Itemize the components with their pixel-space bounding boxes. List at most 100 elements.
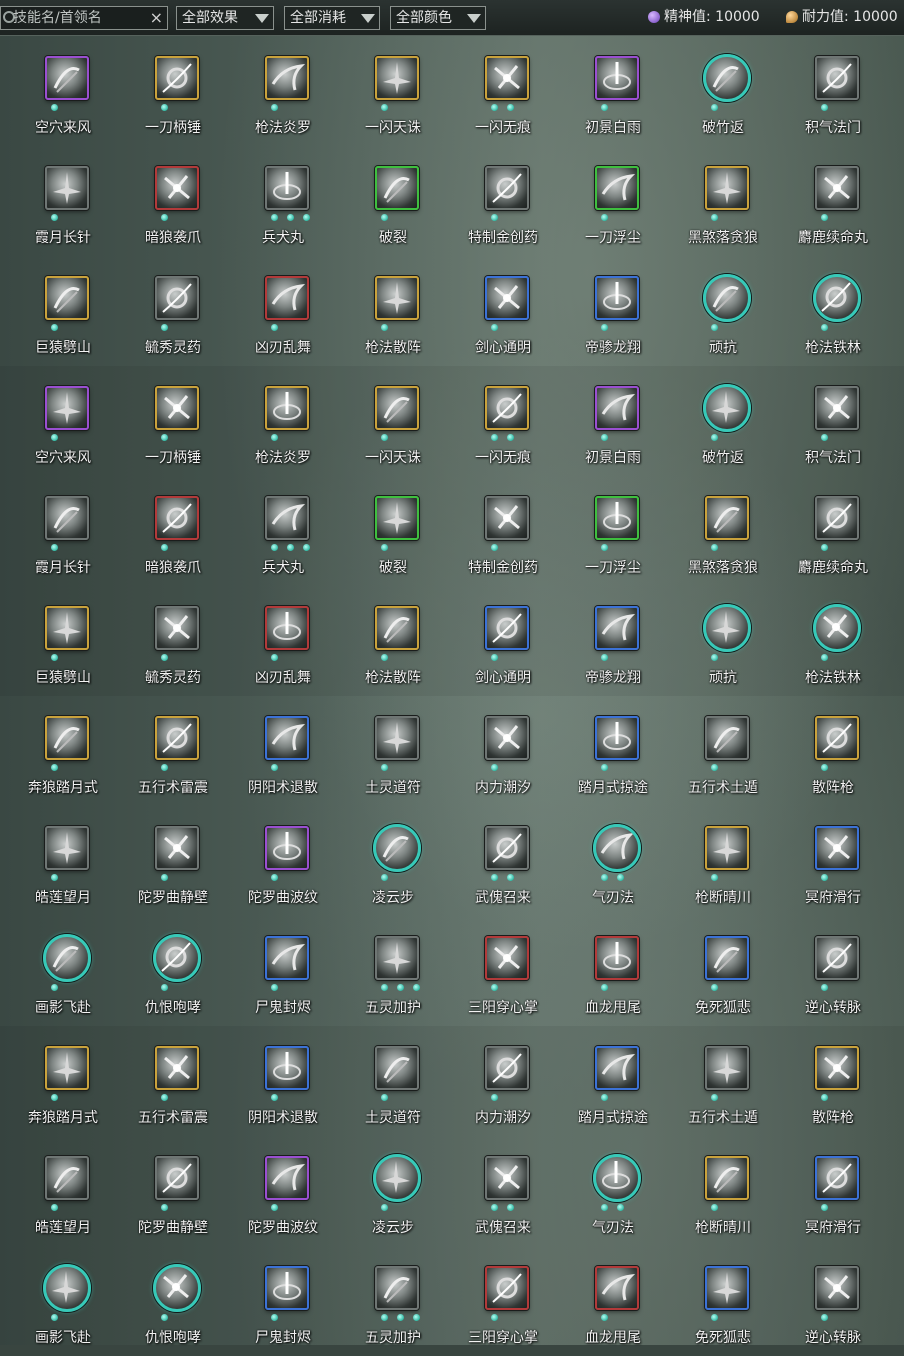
skill-cell[interactable]: 皓莲望月	[8, 806, 118, 916]
skill-cell[interactable]: 一刀柄锤	[118, 366, 228, 476]
skill-icon[interactable]	[375, 716, 419, 760]
skill-icon[interactable]	[485, 276, 529, 320]
skill-cell[interactable]: 五灵加护	[338, 916, 448, 1026]
skill-icon[interactable]	[485, 1266, 529, 1310]
skill-icon[interactable]	[265, 166, 309, 210]
skill-icon[interactable]	[813, 274, 861, 322]
skill-cell[interactable]: 冥府滑行	[778, 806, 888, 916]
skill-icon[interactable]	[485, 166, 529, 210]
skill-icon[interactable]	[265, 276, 309, 320]
skill-cell[interactable]: 凌云步	[338, 806, 448, 916]
skill-icon[interactable]	[155, 496, 199, 540]
skill-icon[interactable]	[373, 1154, 421, 1202]
skill-icon[interactable]	[155, 56, 199, 100]
skill-icon[interactable]	[375, 606, 419, 650]
skill-cell[interactable]: 土灵道符	[338, 1026, 448, 1136]
skill-icon[interactable]	[375, 56, 419, 100]
skill-cell[interactable]: 一闪无痕	[448, 366, 558, 476]
skill-cell[interactable]: 五行术雷震	[118, 1026, 228, 1136]
skill-icon[interactable]	[703, 604, 751, 652]
skill-icon[interactable]	[45, 166, 89, 210]
effect-filter-dropdown[interactable]: 全部效果	[176, 6, 274, 30]
skill-cell[interactable]: 黑煞落贪狼	[668, 146, 778, 256]
skill-cell[interactable]: 初景白雨	[558, 36, 668, 146]
skill-cell[interactable]: 枪法炎罗	[228, 36, 338, 146]
skill-icon[interactable]	[703, 54, 751, 102]
skill-cell[interactable]: 凌云步	[338, 1136, 448, 1246]
skill-cell[interactable]: 血龙甩尾	[558, 1246, 668, 1356]
skill-icon[interactable]	[265, 1156, 309, 1200]
skill-icon[interactable]	[815, 166, 859, 210]
skill-cell[interactable]: 毓秀灵药	[118, 256, 228, 366]
skill-cell[interactable]: 五灵加护	[338, 1246, 448, 1356]
skill-cell[interactable]: 霞月长针	[8, 476, 118, 586]
skill-cell[interactable]: 三阳穿心掌	[448, 1246, 558, 1356]
skill-icon[interactable]	[813, 604, 861, 652]
skill-cell[interactable]: 阴阳术退散	[228, 1026, 338, 1136]
skill-icon[interactable]	[265, 496, 309, 540]
skill-cell[interactable]: 枪法散阵	[338, 586, 448, 696]
skill-cell[interactable]: 顽抗	[668, 586, 778, 696]
skill-cell[interactable]: 剑心通明	[448, 586, 558, 696]
skill-cell[interactable]: 巨猿劈山	[8, 586, 118, 696]
skill-icon[interactable]	[595, 936, 639, 980]
skill-icon[interactable]	[815, 386, 859, 430]
skill-cell[interactable]: 阴阳术退散	[228, 696, 338, 806]
skill-icon[interactable]	[375, 1266, 419, 1310]
skill-icon[interactable]	[595, 606, 639, 650]
skill-cell[interactable]: 特制金创药	[448, 476, 558, 586]
search-input[interactable]	[13, 7, 141, 29]
skill-cell[interactable]: 陀罗曲波纹	[228, 1136, 338, 1246]
skill-icon[interactable]	[815, 1156, 859, 1200]
skill-icon[interactable]	[815, 1046, 859, 1090]
skill-cell[interactable]: 帝骖龙翔	[558, 586, 668, 696]
skill-cell[interactable]: 毓秀灵药	[118, 586, 228, 696]
skill-cell[interactable]: 特制金创药	[448, 146, 558, 256]
skill-icon[interactable]	[705, 826, 749, 870]
skill-icon[interactable]	[705, 1046, 749, 1090]
skill-cell[interactable]: 暗狼袭爪	[118, 476, 228, 586]
cost-filter-dropdown[interactable]: 全部消耗	[284, 6, 380, 30]
skill-icon[interactable]	[265, 826, 309, 870]
skill-icon[interactable]	[45, 496, 89, 540]
skill-icon[interactable]	[155, 606, 199, 650]
skill-icon[interactable]	[485, 936, 529, 980]
skill-cell[interactable]: 踏月式掠途	[558, 696, 668, 806]
skill-cell[interactable]: 巨猿劈山	[8, 256, 118, 366]
skill-icon[interactable]	[815, 1266, 859, 1310]
skill-icon[interactable]	[43, 934, 91, 982]
skill-icon[interactable]	[375, 936, 419, 980]
skill-icon[interactable]	[485, 716, 529, 760]
skill-icon[interactable]	[705, 1266, 749, 1310]
color-filter-dropdown[interactable]: 全部颜色	[390, 6, 486, 30]
skill-cell[interactable]: 尸鬼封烬	[228, 1246, 338, 1356]
skill-icon[interactable]	[45, 386, 89, 430]
skill-icon[interactable]	[265, 56, 309, 100]
skill-icon[interactable]	[703, 274, 751, 322]
clear-search-button[interactable]: ×	[150, 7, 163, 29]
skill-icon[interactable]	[595, 276, 639, 320]
skill-cell[interactable]: 麝鹿续命丸	[778, 146, 888, 256]
skill-cell[interactable]: 仇恨咆哮	[118, 916, 228, 1026]
skill-cell[interactable]: 气刃法	[558, 1136, 668, 1246]
skill-cell[interactable]: 空穴来风	[8, 36, 118, 146]
skill-icon[interactable]	[45, 56, 89, 100]
skill-icon[interactable]	[703, 384, 751, 432]
skill-icon[interactable]	[705, 936, 749, 980]
skill-icon[interactable]	[705, 496, 749, 540]
skill-cell[interactable]: 破竹返	[668, 366, 778, 476]
skill-icon[interactable]	[45, 716, 89, 760]
skill-cell[interactable]: 一闪天诛	[338, 366, 448, 476]
skill-icon[interactable]	[815, 716, 859, 760]
skill-icon[interactable]	[155, 386, 199, 430]
skill-cell[interactable]: 黑煞落贪狼	[668, 476, 778, 586]
skill-icon[interactable]	[595, 716, 639, 760]
skill-icon[interactable]	[45, 1046, 89, 1090]
skill-cell[interactable]: 武傀召来	[448, 806, 558, 916]
skill-cell[interactable]: 破裂	[338, 146, 448, 256]
skill-icon[interactable]	[815, 826, 859, 870]
skill-cell[interactable]: 土灵道符	[338, 696, 448, 806]
skill-icon[interactable]	[705, 716, 749, 760]
skill-icon[interactable]	[375, 386, 419, 430]
skill-cell[interactable]: 凶刃乱舞	[228, 586, 338, 696]
